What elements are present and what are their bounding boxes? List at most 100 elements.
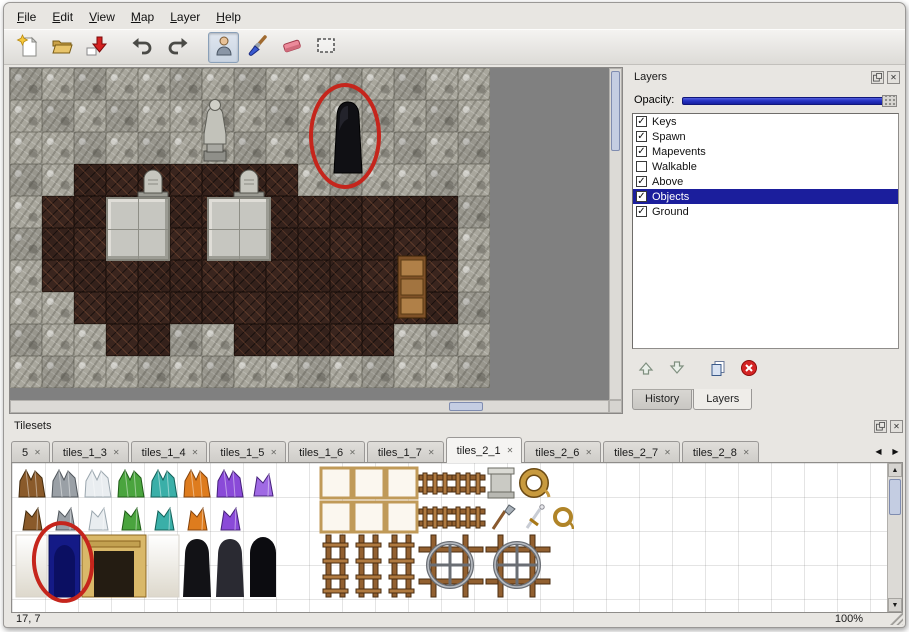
tab-close-icon[interactable]: ✕ xyxy=(113,448,120,457)
layers-panel: Layers ✕ Opacity: ✓Keys✓Spawn✓MapeventsW… xyxy=(626,67,905,414)
tab-close-icon[interactable]: ✕ xyxy=(270,448,277,457)
tileset-tab-label: tiles_2_8 xyxy=(693,447,737,459)
duplicate-layer-button[interactable] xyxy=(706,358,730,380)
toolbar xyxy=(4,29,905,65)
tileset-tabs: 5✕tiles_1_3✕tiles_1_4✕tiles_1_5✕tiles_1_… xyxy=(11,436,903,463)
menu-item-map[interactable]: Map xyxy=(124,7,161,27)
layer-row-mapevents[interactable]: ✓Mapevents xyxy=(633,144,898,159)
undo-arrow-icon xyxy=(131,34,155,61)
tab-close-icon[interactable]: ✕ xyxy=(349,448,356,457)
menu-item-edit[interactable]: Edit xyxy=(45,7,80,27)
tileset-tab-tiles_2_6[interactable]: tiles_2_6 ✕ xyxy=(524,441,601,463)
layer-row-objects[interactable]: ✓ Objects xyxy=(633,189,898,204)
close-panel-icon[interactable]: ✕ xyxy=(887,71,900,84)
arrow-up-icon xyxy=(637,359,655,380)
tileset-tab-tiles_1_5[interactable]: tiles_1_5✕ xyxy=(209,441,286,463)
unchecked-checkbox-icon[interactable] xyxy=(636,161,647,172)
tileset-tab-tiles_2_8[interactable]: tiles_2_8 ✕ xyxy=(682,441,759,463)
scroll-tabs-left-arrow[interactable]: ◀ xyxy=(871,442,886,460)
eraser-tool-button[interactable] xyxy=(276,32,307,63)
stone-platform xyxy=(207,197,271,261)
close-panel-icon[interactable]: ✕ xyxy=(890,420,903,433)
new-button[interactable] xyxy=(12,32,43,63)
opacity-slider-handle[interactable] xyxy=(882,95,897,107)
map-horizontal-scrollbar-thumb[interactable] xyxy=(449,402,483,411)
tab-close-icon[interactable]: ✕ xyxy=(34,448,41,457)
tileset-scrollbar-thumb[interactable] xyxy=(889,479,901,515)
scroll-down-arrow[interactable]: ▼ xyxy=(888,598,902,612)
map-vertical-scrollbar-thumb[interactable] xyxy=(611,71,620,151)
tilesets-panel-header: Tilesets ✕ xyxy=(14,418,903,434)
checked-checkbox-icon[interactable]: ✓ xyxy=(636,206,647,217)
menu-item-layer[interactable]: Layer xyxy=(163,7,207,27)
layer-row-above[interactable]: ✓Above xyxy=(633,174,898,189)
tileset-tab-label: tiles_1_3 xyxy=(63,447,107,459)
checked-checkbox-icon[interactable]: ✓ xyxy=(636,176,647,187)
menu-item-file[interactable]: File xyxy=(10,7,43,27)
undo-button[interactable] xyxy=(127,32,158,63)
player-tool-button[interactable] xyxy=(208,32,239,63)
brush-tool-button[interactable] xyxy=(242,32,273,63)
tab-close-icon[interactable]: ✕ xyxy=(192,448,199,457)
tileset-tab-tiles_2_7[interactable]: tiles_2_7✕ xyxy=(603,441,680,463)
layer-row-keys[interactable]: ✓Keys xyxy=(633,114,898,129)
checked-checkbox-icon[interactable]: ✓ xyxy=(636,146,647,157)
tilesets-panel-title: Tilesets xyxy=(14,420,52,432)
tileset-tab-label: tiles_2_6 xyxy=(535,447,579,459)
tab-history[interactable]: History xyxy=(632,390,692,410)
redo-button[interactable] xyxy=(161,32,192,63)
checked-checkbox-icon[interactable]: ✓ xyxy=(636,131,647,142)
tileset-tab-5[interactable]: 5✕ xyxy=(11,441,50,463)
menu-item-help[interactable]: Help xyxy=(209,7,248,27)
checked-checkbox-icon[interactable]: ✓ xyxy=(636,116,647,127)
layer-row-walkable[interactable]: Walkable xyxy=(633,159,898,174)
tab-close-icon[interactable]: ✕ xyxy=(585,448,592,457)
tileset-vertical-scrollbar[interactable]: ▲ ▼ xyxy=(887,463,902,612)
dashed-selection-icon xyxy=(314,34,338,61)
float-panel-icon[interactable] xyxy=(874,420,887,433)
layer-label: Objects xyxy=(652,191,689,203)
tilesets-panel: Tilesets ✕ 5✕tiles_1_3✕tiles_1_4✕tiles_1… xyxy=(9,416,905,613)
raise-layer-button[interactable] xyxy=(634,358,658,380)
layer-label: Spawn xyxy=(652,131,686,143)
open-button[interactable] xyxy=(46,32,77,63)
float-panel-icon[interactable] xyxy=(871,71,884,84)
layers-panel-title: Layers xyxy=(634,71,667,83)
layer-row-spawn[interactable]: ✓ Spawn xyxy=(633,129,898,144)
tab-close-icon[interactable]: ✕ xyxy=(428,448,435,457)
scroll-tabs-right-arrow[interactable]: ▶ xyxy=(888,442,903,460)
tab-layers[interactable]: Layers xyxy=(693,389,752,410)
tileset-tab-tiles_1_3[interactable]: tiles_1_3 ✕ xyxy=(52,441,129,463)
tileset-tab-tiles_1_4[interactable]: tiles_1_4✕ xyxy=(131,441,208,463)
checked-checkbox-icon[interactable]: ✓ xyxy=(636,191,647,202)
tab-close-icon[interactable]: ✕ xyxy=(664,448,671,457)
tileset-tab-label: tiles_1_7 xyxy=(378,447,422,459)
opacity-slider-fill xyxy=(682,97,890,105)
tileset-tab-tiles_1_6[interactable]: tiles_1_6✕ xyxy=(288,441,365,463)
layer-row-ground[interactable]: ✓Ground xyxy=(633,204,898,219)
tileset-canvas[interactable]: ▲ ▼ xyxy=(11,462,903,613)
dark-robed-figure-sprite xyxy=(332,100,364,183)
tab-close-icon[interactable]: ✕ xyxy=(743,448,750,457)
scroll-up-arrow[interactable]: ▲ xyxy=(888,463,902,477)
tileset-tab-tiles_1_7[interactable]: tiles_1_7 ✕ xyxy=(367,441,444,463)
layer-list: ✓Keys✓Spawn✓MapeventsWalkable✓Above✓Obje… xyxy=(632,113,899,349)
map-object-layer xyxy=(10,68,490,388)
layers-panel-header: Layers ✕ xyxy=(634,69,900,85)
save-button[interactable] xyxy=(80,32,111,63)
opacity-slider[interactable] xyxy=(682,94,897,107)
duplicate-pages-icon xyxy=(709,359,727,380)
tab-close-icon[interactable]: ✕ xyxy=(507,446,514,455)
map-horizontal-scrollbar[interactable] xyxy=(10,400,609,413)
red-cross-circle-icon xyxy=(740,359,758,380)
lower-layer-button[interactable] xyxy=(665,358,689,380)
arrow-down-icon xyxy=(668,359,686,380)
eraser-icon xyxy=(280,34,304,61)
map-canvas[interactable] xyxy=(10,68,490,388)
map-vertical-scrollbar[interactable] xyxy=(609,68,622,400)
select-tool-button[interactable] xyxy=(310,32,341,63)
delete-layer-button[interactable] xyxy=(737,358,761,380)
map-viewport xyxy=(9,67,623,414)
menu-item-view[interactable]: View xyxy=(82,7,122,27)
tileset-tab-tiles_2_1[interactable]: tiles_2_1✕ xyxy=(446,437,523,463)
